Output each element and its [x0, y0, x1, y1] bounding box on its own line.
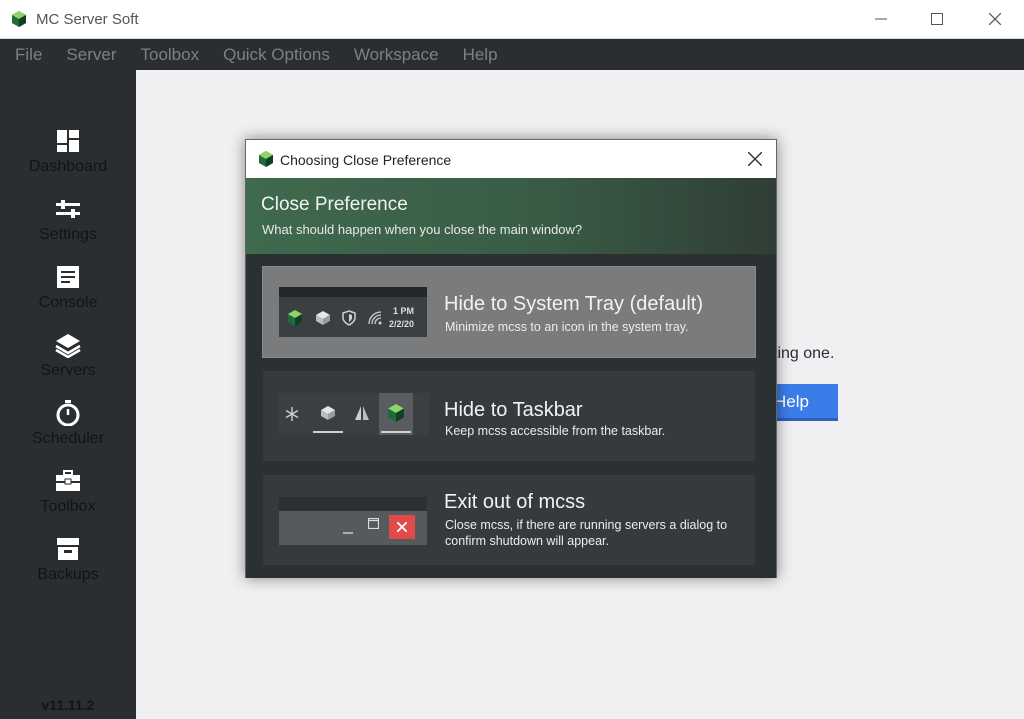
minimize-button[interactable] [852, 0, 910, 38]
mcss-logo-icon [259, 151, 273, 167]
sidebar-item-label: Console [38, 294, 98, 311]
menu-toolbox[interactable]: Toolbox [128, 45, 211, 65]
dialog-header: Close Preference What should happen when… [246, 178, 776, 254]
triangle-app-icon [355, 406, 369, 420]
sidebar-item-servers[interactable]: Servers [0, 332, 136, 396]
dialog-titlebar: Choosing Close Preference [246, 140, 776, 178]
shield-icon [342, 310, 356, 326]
sidebar-item-backups[interactable]: Backups [0, 536, 136, 600]
dialog-header-title: Close Preference [261, 194, 408, 215]
sidebar-item-label: Dashboard [28, 158, 108, 175]
dialog-header-subtitle: What should happen when you close the ma… [262, 222, 583, 237]
minimize-icon [343, 532, 353, 534]
sidebar-item-label: Settings [39, 226, 97, 243]
option-title: Hide to Taskbar [444, 399, 583, 421]
wifi-icon [368, 311, 382, 325]
menu-file[interactable]: File [3, 45, 54, 65]
sidebar-item-settings[interactable]: Settings [0, 196, 136, 260]
tray-clock-date: 2/2/20 [389, 319, 415, 329]
stopwatch-icon [56, 400, 80, 426]
taskbar-slot [311, 393, 345, 435]
dialog-title: Choosing Close Preference [280, 152, 452, 168]
sliders-icon [56, 200, 80, 218]
version-label: v11.11.2 [41, 697, 95, 713]
taskbar-preview-image [279, 393, 429, 435]
cube-icon [316, 311, 330, 325]
cube-icon [321, 406, 335, 420]
close-icon [989, 13, 1001, 25]
dialog-body: 1 PM 2/2/20 Hide to System Tray (default… [246, 254, 776, 578]
sidebar-item-dashboard[interactable]: Dashboard [0, 128, 136, 192]
taskbar-underline [381, 431, 411, 433]
sidebar-item-console[interactable]: Console [0, 264, 136, 328]
taskbar-slot-active [379, 393, 413, 435]
mcss-logo-icon [12, 11, 26, 27]
layers-icon [55, 334, 81, 358]
dashboard-icon [57, 130, 79, 152]
menu-bar: File Server Toolbox Quick Options Worksp… [0, 39, 1024, 70]
tray-preview-image: 1 PM 2/2/20 [279, 287, 427, 337]
taskbar-underline [313, 431, 343, 433]
sidebar-item-label: Backups [37, 566, 99, 583]
option-hide-to-tray[interactable]: 1 PM 2/2/20 Hide to System Tray (default… [262, 266, 756, 358]
exit-preview-close [389, 515, 415, 539]
window-titlebar: MC Server Soft [0, 0, 1024, 39]
option-title: Exit out of mcss [444, 491, 586, 513]
minimize-icon [875, 18, 887, 20]
archive-icon [57, 538, 79, 560]
maximize-icon [368, 518, 379, 529]
console-icon [57, 266, 79, 288]
menu-server[interactable]: Server [54, 45, 128, 65]
dialog-close-button[interactable] [744, 148, 766, 170]
close-preference-dialog: Choosing Close Preference Close Preferen… [245, 139, 777, 578]
menu-workspace[interactable]: Workspace [342, 45, 451, 65]
exit-preview-image [279, 497, 427, 545]
toolbox-icon [56, 470, 80, 491]
sidebar-item-toolbox[interactable]: Toolbox [0, 468, 136, 532]
taskbar-slot [345, 393, 379, 435]
mcss-tray-icon [288, 310, 302, 326]
sidebar-item-label: Scheduler [31, 430, 105, 447]
mcss-taskbar-icon [388, 404, 404, 422]
tray-preview-strip [279, 287, 427, 297]
menu-help[interactable]: Help [451, 45, 510, 65]
maximize-icon [931, 13, 943, 25]
tray-clock-time: 1 PM [393, 306, 415, 316]
sidebar-item-scheduler[interactable]: Scheduler [0, 400, 136, 464]
option-description: Minimize mcss to an icon in the system t… [445, 320, 689, 334]
option-description: Keep mcss accessible from the taskbar. [445, 424, 666, 438]
taskbar-slot [279, 393, 313, 435]
close-button[interactable] [966, 0, 1024, 38]
option-title: Hide to System Tray (default) [444, 293, 703, 315]
sidebar-item-label: Servers [40, 362, 96, 379]
sidebar-item-label: Toolbox [40, 498, 96, 515]
option-exit[interactable]: Exit out of mcss Close mcss, if there ar… [262, 474, 756, 566]
close-icon [747, 151, 763, 167]
maximize-button[interactable] [908, 0, 966, 38]
close-icon [396, 521, 408, 533]
exit-preview-strip [279, 497, 427, 511]
window-title: MC Server Soft [36, 11, 139, 28]
sidebar: Dashboard Settings Console Servers Sched… [0, 70, 136, 719]
snowflake-icon [285, 407, 299, 421]
option-description: Close mcss, if there are running servers… [445, 518, 728, 548]
menu-quick-options[interactable]: Quick Options [211, 45, 342, 65]
option-hide-to-taskbar[interactable]: Hide to Taskbar Keep mcss accessible fro… [262, 370, 756, 462]
